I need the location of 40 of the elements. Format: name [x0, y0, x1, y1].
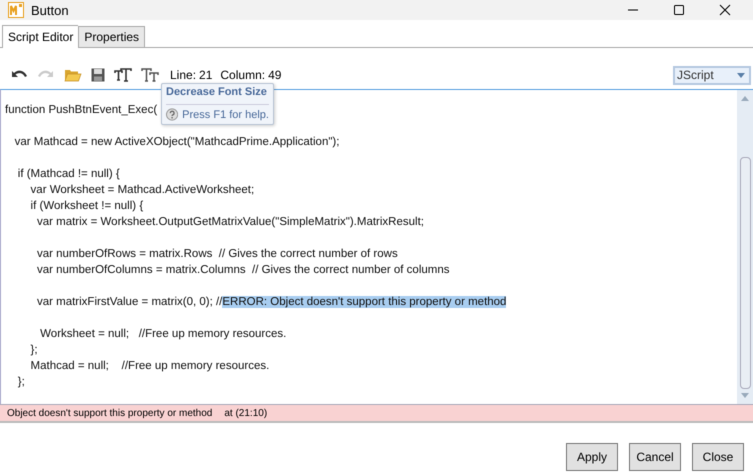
code-line: var Worksheet = Mathcad.ActiveWorksheet;: [30, 184, 254, 196]
decrease-font-icon[interactable]: [141, 68, 159, 82]
dialog-button[interactable]: Apply: [566, 443, 618, 471]
window-title: Button: [31, 2, 69, 18]
scrollbar[interactable]: [737, 90, 753, 404]
tab[interactable]: Properties: [78, 26, 146, 47]
maximize-icon[interactable]: [673, 4, 685, 16]
code-line: var Mathcad = new ActiveXObject("MathcadPrime.Application");: [14, 136, 340, 148]
error-location: at (21:10): [224, 408, 268, 418]
increase-font-icon[interactable]: [114, 68, 132, 82]
line-label: Line:: [170, 68, 196, 82]
code-line: Mathcad = null; //Free up memory resources.: [30, 360, 270, 372]
column-number: 49: [268, 68, 282, 82]
app-logo-icon: [8, 2, 24, 18]
error-message: Object doesn't support this property or method: [7, 408, 212, 418]
code-line: if (Mathcad != null) {: [16, 168, 120, 180]
close-icon[interactable]: [719, 4, 731, 16]
tooltip-title: Decrease Font Size: [166, 86, 268, 98]
code-line: Worksheet = null; //Free up memory resources.: [39, 328, 286, 340]
selected-text: ERROR: Object doesn't support this property or method: [222, 296, 506, 308]
code-line: if (Worksheet != null) {: [30, 200, 144, 212]
save-icon[interactable]: [91, 68, 105, 82]
code-line: };: [30, 344, 38, 356]
folder-icon[interactable]: [64, 68, 82, 82]
code-line: var numberOfColumns = matrix.Columns // Gives the correct number of columns: [36, 264, 450, 276]
code-line: var matrix = Worksheet.OutputGetMatrixValue("SimpleMatrix").MatrixResult;: [36, 216, 424, 228]
language-dropdown[interactable]: JScript: [673, 66, 751, 84]
line-number: 21: [199, 68, 212, 82]
tooltip-help-text: Press F1 for help.: [182, 108, 269, 120]
help-icon: [166, 108, 178, 121]
dialog-button[interactable]: Cancel: [629, 443, 681, 471]
code-line: var numberOfRows = matrix.Rows // Gives the correct number of rows: [36, 248, 398, 260]
code-line: };: [16, 376, 25, 388]
code-line: function PushBtnEvent_Exec(: [5, 104, 158, 116]
column-label: Column:: [220, 68, 266, 82]
dialog-button[interactable]: Close: [692, 443, 744, 471]
scroll-thumb[interactable]: [740, 157, 750, 389]
code-line: var matrixFirstValue = matrix(0, 0); //: [36, 296, 222, 308]
caret-icon: [737, 72, 745, 78]
tab[interactable]: Script Editor: [2, 25, 78, 48]
